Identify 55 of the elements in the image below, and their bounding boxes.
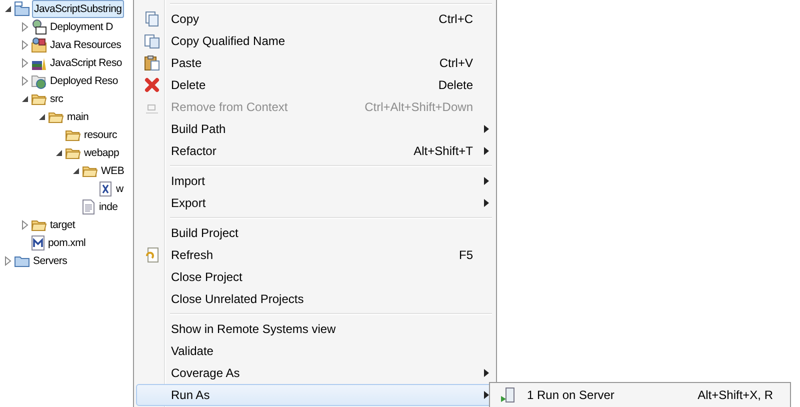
tree-item[interactable]: WEB [100,163,126,179]
maven-file-icon [31,235,45,251]
tree-item[interactable]: webapp [83,145,120,161]
tree-item[interactable]: src [49,91,64,107]
expanded-arrow-icon[interactable] [54,148,64,158]
collapsed-arrow-icon[interactable] [20,220,30,230]
tree-item[interactable]: Deployed Reso [49,73,119,89]
menu-item[interactable]: 1 Run on Server Alt+Shift+X, R [492,384,788,406]
expanded-arrow-icon[interactable] [71,166,81,176]
descriptor-icon [31,19,47,35]
copy-icon [144,33,160,49]
menu-item[interactable]: Close Project [136,266,494,288]
expanded-arrow-icon[interactable] [37,112,47,122]
menu-item[interactable]: Coverage As [136,362,494,384]
tree-item[interactable]: Java Resources [49,37,122,53]
tree-item[interactable]: Servers [32,253,68,269]
menu-item[interactable]: Import [136,170,494,192]
tree-item[interactable]: JavaScriptSubstring [32,0,124,18]
menu-item[interactable]: Close Unrelated Projects [136,288,494,310]
menu-item[interactable]: Copy Qualified Name [136,30,494,52]
tree-item[interactable]: Deployment D [49,19,114,35]
collapsed-arrow-icon[interactable] [20,76,30,86]
library-icon [31,37,47,53]
menu-item[interactable]: Paste Ctrl+V [136,52,494,74]
tree-item[interactable]: resourc [83,127,118,143]
tree-item[interactable]: target [49,217,76,233]
collapsed-arrow-icon[interactable] [20,22,30,32]
globe-folder-icon [31,73,47,89]
menu-item[interactable]: Validate [136,340,494,362]
delete-icon [144,77,160,93]
expanded-arrow-icon[interactable] [3,4,13,14]
menu-item[interactable]: Export [136,192,494,214]
tree-item[interactable]: inde [98,199,119,215]
menu-item[interactable]: Build Project [136,222,494,244]
menu-item[interactable]: Show in Remote Systems view [136,318,494,340]
collapsed-arrow-icon[interactable] [20,40,30,50]
refresh-icon [144,247,160,263]
xml-file-icon [99,181,113,197]
run-server-icon [500,387,516,403]
tree-item[interactable]: main [66,109,90,125]
menu-item[interactable]: Refactor Alt+Shift+T [136,140,494,162]
collapsed-arrow-icon[interactable] [3,256,13,266]
tree-item[interactable]: pom.xml [47,235,87,251]
copy-icon [144,11,160,27]
tree-item[interactable]: JavaScript Reso [49,55,123,71]
menu-item[interactable]: Build Path [136,118,494,140]
paste-icon [144,55,160,71]
menu-item[interactable]: Delete Delete [136,74,494,96]
document-icon [82,199,96,215]
menu-item[interactable]: Refresh F5 [136,244,494,266]
expanded-arrow-icon[interactable] [20,94,30,104]
collapsed-arrow-icon[interactable] [20,58,30,68]
project-folder-icon [14,1,30,17]
tree-item[interactable]: w [115,181,124,197]
menu-item[interactable]: Copy Ctrl+C [136,8,494,30]
